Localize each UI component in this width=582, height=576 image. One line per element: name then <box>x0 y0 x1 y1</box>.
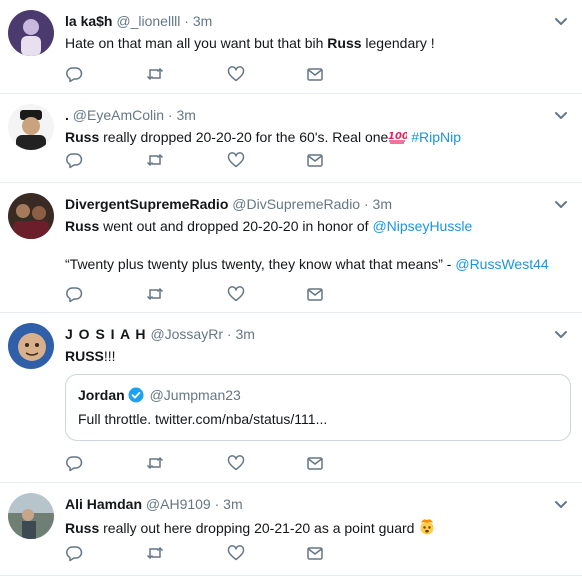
tweet-feed: la ka$h @_lionellll · 3m Hate on that ma… <box>0 0 582 576</box>
chevron-down-icon[interactable] <box>554 197 568 208</box>
hashtag-link[interactable]: #RipNip <box>411 129 461 145</box>
tweet-actions <box>65 285 335 303</box>
separator: · <box>167 107 173 123</box>
like-icon[interactable] <box>227 544 245 562</box>
chevron-down-icon[interactable] <box>554 14 568 25</box>
text-segment: Hate on that man all you want but that b… <box>65 35 328 51</box>
tweet-header: J O S I A H @JossayRr · 3m <box>65 325 255 343</box>
text-segment: really out here dropping 20-21-20 as a p… <box>99 520 419 536</box>
timestamp[interactable]: 3m <box>235 326 254 342</box>
reply-icon[interactable] <box>65 285 83 303</box>
like-icon[interactable] <box>227 65 245 83</box>
text-segment: went out and dropped 20-20-20 in honor o… <box>99 218 373 234</box>
retweet-icon[interactable] <box>146 285 164 303</box>
user-handle[interactable]: @JossayRr <box>150 326 223 342</box>
quoted-tweet-text: Full throttle. twitter.com/nba/status/11… <box>78 411 328 427</box>
tweet-actions <box>65 544 335 562</box>
avatar[interactable] <box>8 193 54 239</box>
text-segment: legendary ! <box>361 35 435 51</box>
user-handle[interactable]: @EyeAmColin <box>73 107 164 123</box>
quoted-tweet-header: Jordan @Jumpman23 <box>78 386 241 404</box>
separator: · <box>184 13 189 29</box>
tweet-header: . @EyeAmColin · 3m <box>65 106 196 124</box>
reply-icon[interactable] <box>65 65 83 83</box>
display-name[interactable]: la ka$h <box>65 13 112 29</box>
verified-badge-icon <box>128 387 144 403</box>
user-handle[interactable]: @_lionellll <box>116 13 180 29</box>
direct-message-icon[interactable] <box>306 65 324 83</box>
direct-message-icon[interactable] <box>306 151 324 169</box>
reply-icon[interactable] <box>65 454 83 472</box>
avatar[interactable] <box>8 10 54 56</box>
direct-message-icon[interactable] <box>306 285 324 303</box>
tweet[interactable]: . @EyeAmColin · 3m Russ really dropped 2… <box>0 94 582 183</box>
timestamp[interactable]: 3m <box>373 196 392 212</box>
like-icon[interactable] <box>227 454 245 472</box>
user-handle[interactable]: @AH9109 <box>146 496 211 512</box>
retweet-icon[interactable] <box>146 151 164 169</box>
tweet[interactable]: J O S I A H @JossayRr · 3m RUSS!!! Jorda… <box>0 313 582 483</box>
chevron-down-icon[interactable] <box>554 327 568 338</box>
tweet-header: la ka$h @_lionellll · 3m <box>65 12 212 30</box>
separator: · <box>214 496 220 512</box>
display-name[interactable]: Ali Hamdan <box>65 496 142 512</box>
tweet-actions <box>65 65 335 83</box>
tweet-text-line: “Twenty plus twenty plus twenty, they kn… <box>65 255 549 274</box>
separator: · <box>226 326 232 342</box>
user-handle[interactable]: @DivSupremeRadio <box>232 196 360 212</box>
like-icon[interactable] <box>227 285 245 303</box>
tweet-text: Russ went out and dropped 20-20-20 in ho… <box>65 217 472 236</box>
highlighted-keyword: Russ <box>327 35 362 51</box>
retweet-icon[interactable] <box>146 454 164 472</box>
display-name[interactable]: DivergentSupremeRadio <box>65 196 228 212</box>
tweet[interactable]: la ka$h @_lionellll · 3m Hate on that ma… <box>0 0 582 94</box>
reply-icon[interactable] <box>65 151 83 169</box>
quoted-display-name: Jordan <box>78 387 125 403</box>
quoted-user-handle: @Jumpman23 <box>149 387 241 403</box>
tweet-text: Russ really out here dropping 20-21-20 a… <box>65 517 436 540</box>
exploding-head-emoji <box>418 517 436 540</box>
retweet-icon[interactable] <box>146 65 164 83</box>
text-segment: “Twenty plus twenty plus twenty, they kn… <box>65 256 456 272</box>
tweet[interactable]: Ali Hamdan @AH9109 · 3m Russ really out … <box>0 483 582 576</box>
direct-message-icon[interactable] <box>306 454 324 472</box>
avatar[interactable] <box>8 493 54 539</box>
like-icon[interactable] <box>227 151 245 169</box>
avatar[interactable] <box>8 104 54 150</box>
text-segment: !!! <box>103 348 116 364</box>
chevron-down-icon[interactable] <box>554 108 568 119</box>
tweet-text: Russ really dropped 20-20-20 for the 60'… <box>65 128 461 149</box>
mention-link[interactable]: @NipseyHussle <box>372 218 472 234</box>
chevron-down-icon[interactable] <box>554 497 568 508</box>
highlighted-keyword: Russ <box>65 218 100 234</box>
tweet-text: Hate on that man all you want but that b… <box>65 34 435 53</box>
quoted-tweet-card[interactable]: Jordan @Jumpman23 Full throttle. twitter… <box>65 374 571 441</box>
tweet-header: DivergentSupremeRadio @DivSupremeRadio ·… <box>65 195 392 213</box>
tweet-header: Ali Hamdan @AH9109 · 3m <box>65 495 243 513</box>
mention-link[interactable]: @RussWest44 <box>455 256 548 272</box>
highlighted-keyword: RUSS <box>65 348 104 364</box>
highlighted-keyword: Russ <box>65 129 100 145</box>
timestamp[interactable]: 3m <box>176 107 195 123</box>
tweet-actions <box>65 151 335 169</box>
tweet-actions <box>65 454 335 472</box>
timestamp[interactable]: 3m <box>223 496 242 512</box>
timestamp[interactable]: 3m <box>193 13 212 29</box>
highlighted-keyword: Russ <box>65 520 100 536</box>
direct-message-icon[interactable] <box>306 544 324 562</box>
display-name[interactable]: J O S I A H <box>65 326 147 342</box>
reply-icon[interactable] <box>65 544 83 562</box>
text-segment: really dropped 20-20-20 for the 60's. Re… <box>99 129 389 145</box>
retweet-icon[interactable] <box>146 544 164 562</box>
tweet-text: RUSS!!! <box>65 347 116 366</box>
hundred-points-emoji: 100 <box>388 128 409 149</box>
avatar[interactable] <box>8 323 54 369</box>
tweet[interactable]: DivergentSupremeRadio @DivSupremeRadio ·… <box>0 183 582 313</box>
separator: · <box>363 196 369 212</box>
display-name[interactable]: . <box>65 107 69 123</box>
